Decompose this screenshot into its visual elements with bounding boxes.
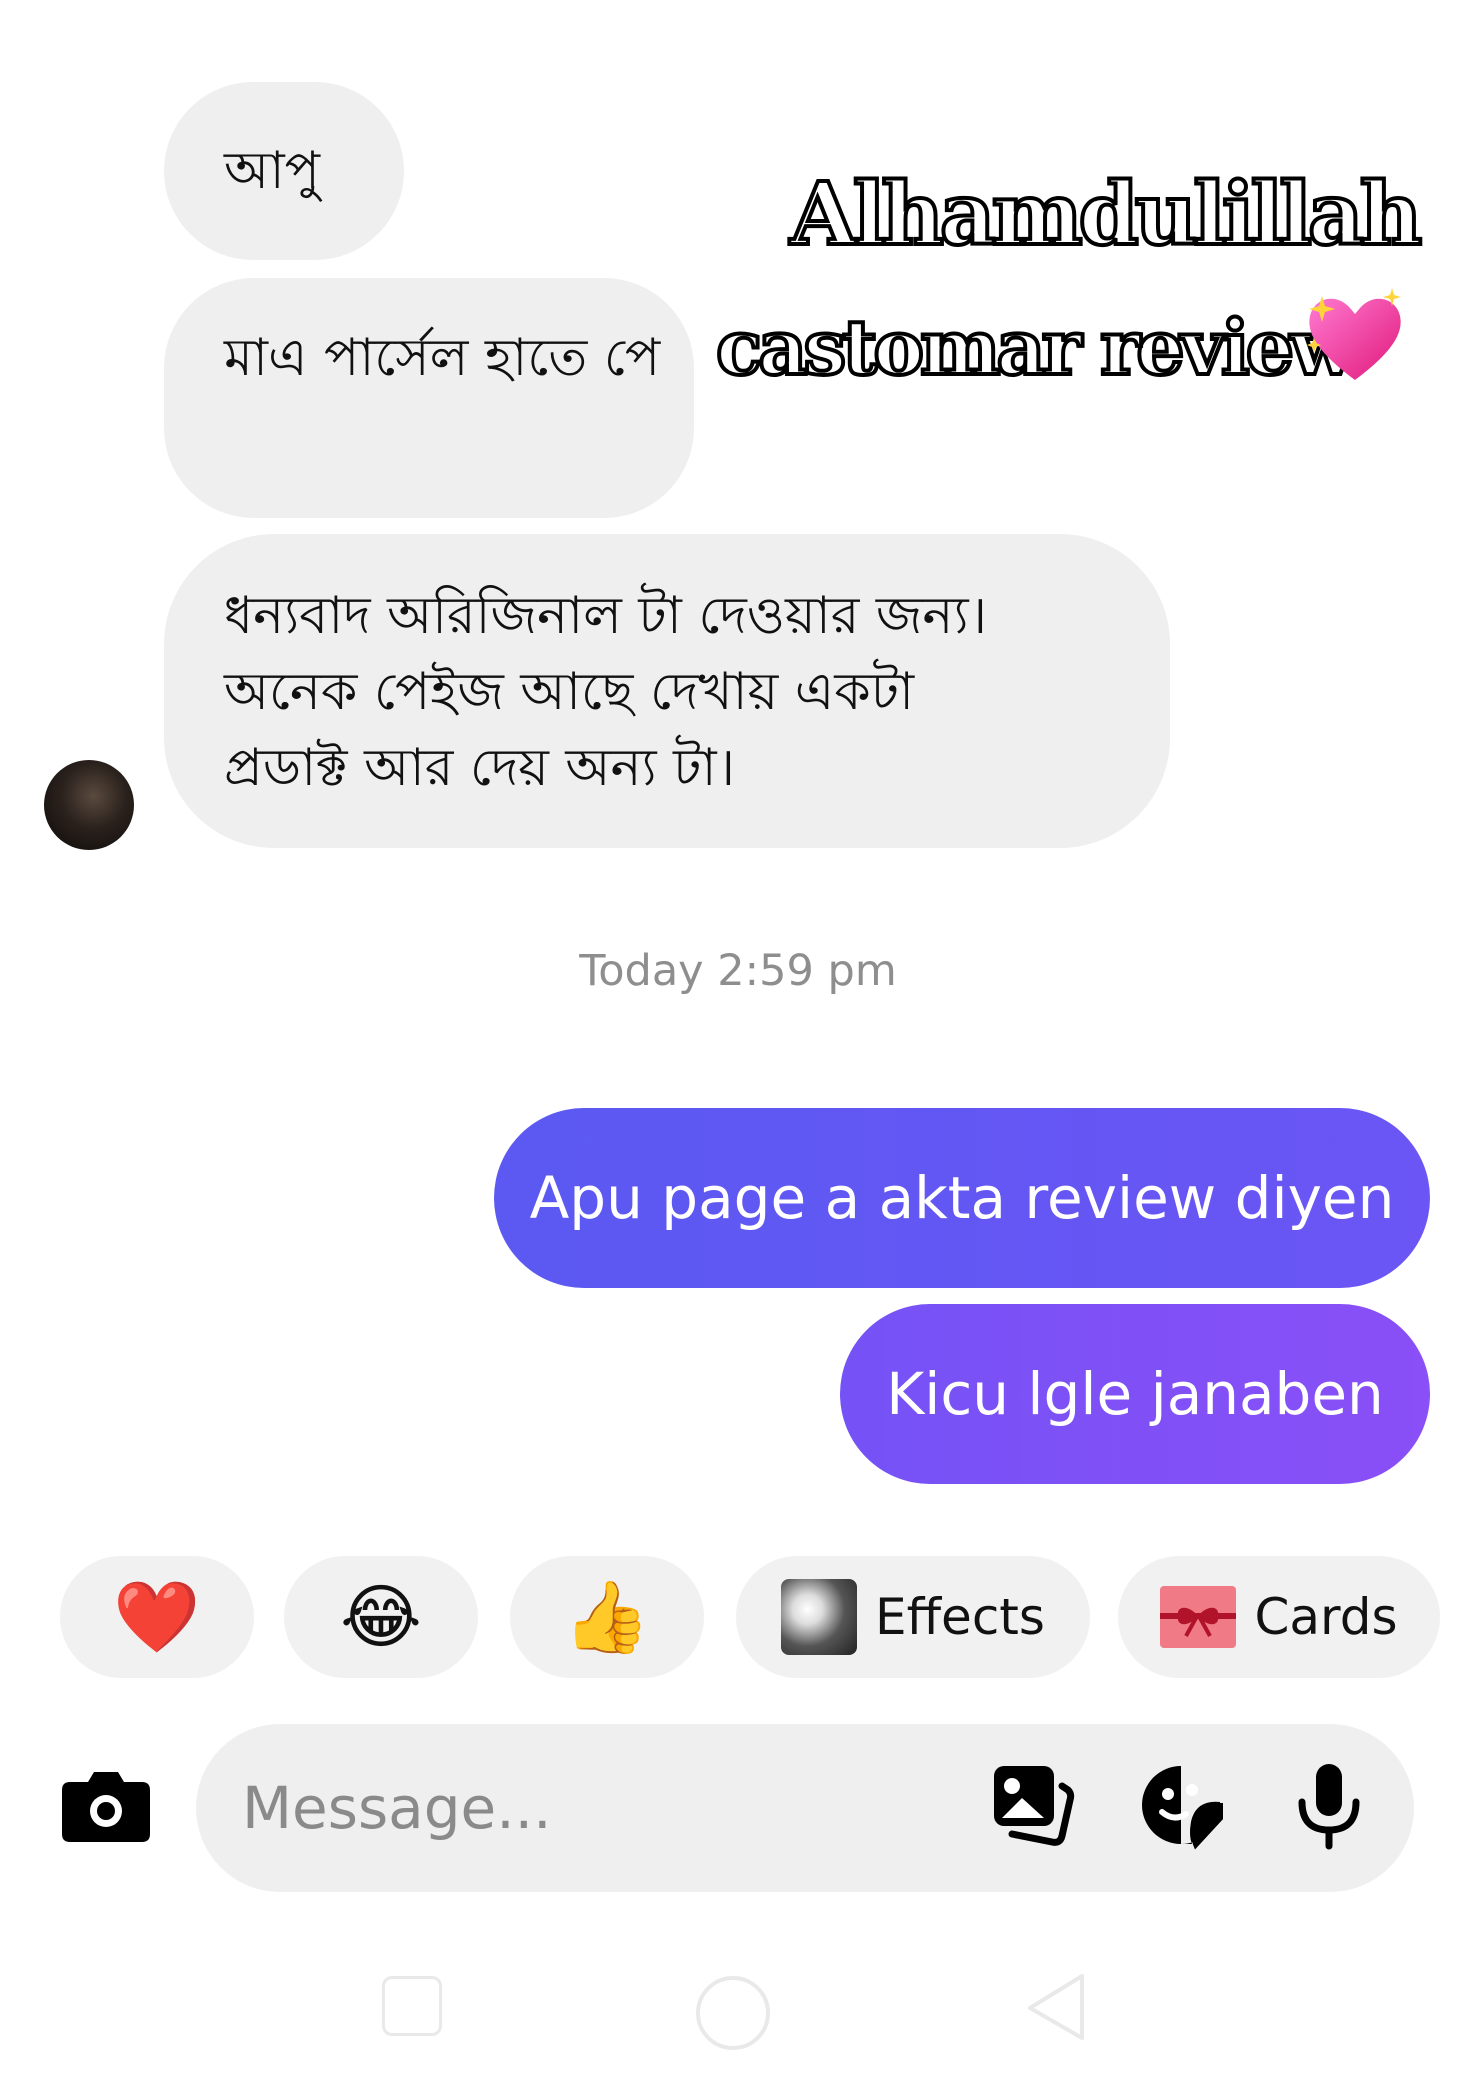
gallery-icon[interactable]: [988, 1760, 1078, 1850]
quick-reaction-heart[interactable]: ❤️: [60, 1556, 254, 1678]
avatar[interactable]: [44, 760, 134, 850]
recent-apps-button[interactable]: [382, 1976, 442, 2036]
outgoing-message[interactable]: Apu page a akta review diyen: [494, 1108, 1430, 1288]
cards-button[interactable]: Cards: [1118, 1556, 1440, 1678]
overlay-title: Alhamdulillah: [788, 162, 1424, 267]
effects-thumbnail-icon: [781, 1579, 858, 1655]
effects-button[interactable]: Effects: [736, 1556, 1090, 1678]
effects-label: Effects: [875, 1588, 1045, 1646]
cards-thumbnail-icon: [1160, 1586, 1237, 1648]
timestamp: Today 2:59 pm: [579, 946, 897, 996]
overlay-subtitle: castomar review: [714, 301, 1357, 394]
message-line: অনেক পেইজ আছে দেখায় একটা: [224, 662, 915, 722]
back-button-icon[interactable]: [1026, 1972, 1086, 2042]
message-text: Apu page a akta review diyen: [529, 1164, 1395, 1232]
message-line: প্রডাক্ট আর দেয় অন্য টা।: [224, 738, 736, 798]
incoming-message[interactable]: আপু: [164, 82, 404, 260]
laughing-face-icon: 😂: [340, 1576, 422, 1658]
message-placeholder: Message...: [242, 1774, 552, 1842]
sticker-icon[interactable]: [1136, 1760, 1226, 1850]
outgoing-message[interactable]: Kicu lgle janaben: [840, 1304, 1430, 1484]
sparkling-heart-icon: [1307, 288, 1401, 380]
cards-label: Cards: [1254, 1588, 1398, 1646]
message-text: Kicu lgle janaben: [886, 1360, 1384, 1428]
incoming-message[interactable]: মাএ পার্সেল হাতে পে: [164, 278, 694, 518]
heart-icon: ❤️: [113, 1576, 201, 1658]
message-text: আপু: [224, 141, 320, 201]
message-input[interactable]: Message...: [196, 1724, 1414, 1892]
thumbs-up-icon: 👍: [563, 1576, 651, 1658]
message-text: মাএ পার্সেল হাতে পে: [224, 328, 661, 388]
message-line: ধন্যবাদ অরিজিনাল টা দেওয়ার জন্য।: [224, 586, 988, 646]
camera-icon[interactable]: [60, 1764, 152, 1844]
incoming-message[interactable]: ধন্যবাদ অরিজিনাল টা দেওয়ার জন্য। অনেক প…: [164, 534, 1170, 848]
home-button[interactable]: [696, 1976, 770, 2050]
quick-reaction-thumbs-up[interactable]: 👍: [510, 1556, 704, 1678]
microphone-icon[interactable]: [1284, 1760, 1374, 1850]
quick-reaction-laugh[interactable]: 😂: [284, 1556, 478, 1678]
